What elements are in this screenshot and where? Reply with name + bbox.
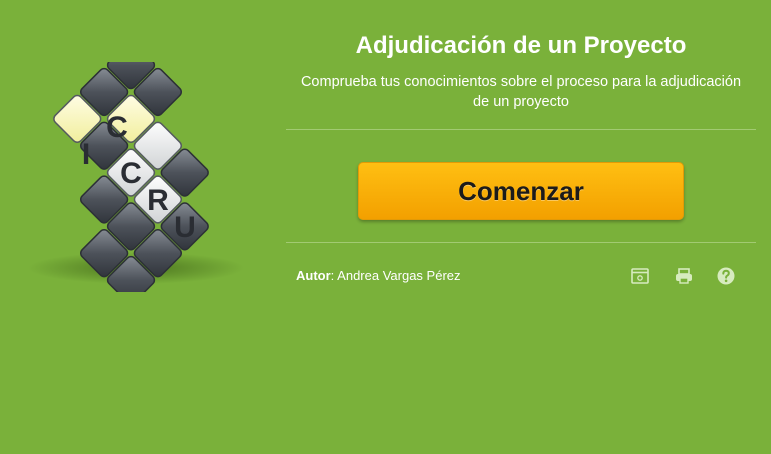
logo-letter-c1: C xyxy=(106,111,128,144)
cruci-logo: C I C R U xyxy=(28,62,244,292)
help-icon[interactable] xyxy=(716,266,736,286)
author-label: Autor xyxy=(296,268,331,283)
author-name: : Andrea Vargas Pérez xyxy=(330,268,461,283)
logo-letter-u: U xyxy=(174,211,196,244)
logo-letter-i: I xyxy=(82,138,90,171)
page-title: Adjudicación de un Proyecto xyxy=(355,32,687,59)
author-credit: Autor: Andrea Vargas Pérez xyxy=(296,268,461,283)
logo-letter-c2: C xyxy=(120,157,142,190)
print-icon[interactable] xyxy=(674,266,694,286)
divider-top xyxy=(286,129,756,130)
page-subtitle: Comprueba tus conocimientos sobre el pro… xyxy=(286,72,756,112)
subtitle-line-1: Comprueba tus conocimientos sobre el pro… xyxy=(300,74,742,90)
logo-letter-r: R xyxy=(147,184,169,217)
start-button[interactable]: Comenzar xyxy=(358,162,684,220)
window-icon[interactable] xyxy=(630,266,650,286)
divider-bottom xyxy=(286,242,756,243)
main-content: Adjudicación de un Proyecto Comprueba tu… xyxy=(286,0,756,454)
subtitle-line-2: de un proyecto xyxy=(473,94,569,110)
